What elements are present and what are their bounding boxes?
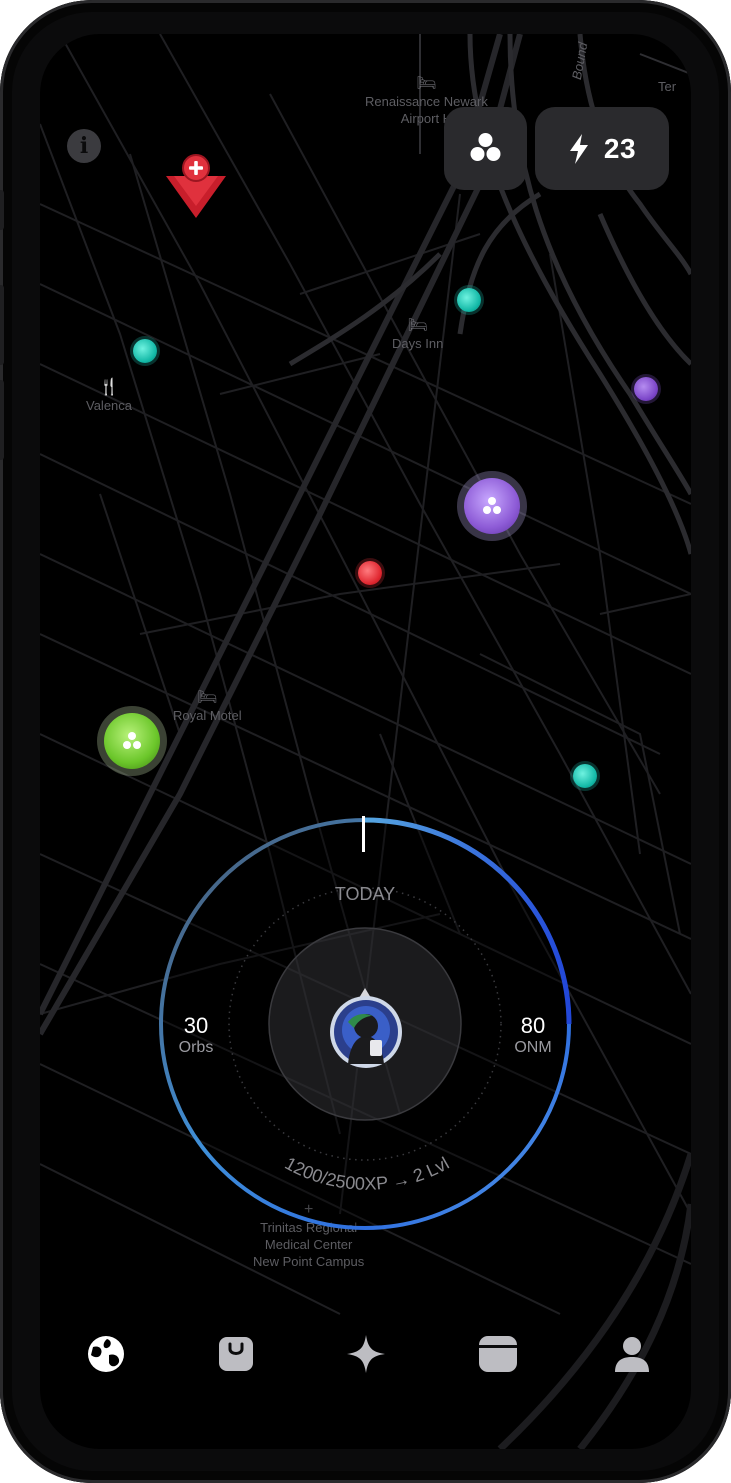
street-label-ter: Ter <box>658 79 677 94</box>
avatar[interactable] <box>330 996 402 1068</box>
user-avatar-icon <box>334 1000 398 1064</box>
orbs-stat-value: 30 <box>183 1013 209 1038</box>
bottom-tab-bar <box>40 1324 691 1384</box>
poi-royal-motel[interactable]: 🛏 Royal Motel <box>173 690 242 724</box>
teal-orb[interactable] <box>133 339 157 363</box>
side-button <box>0 380 4 460</box>
energy-value: 23 <box>603 132 637 164</box>
purple-orb-cluster[interactable] <box>457 471 527 541</box>
tab-wallet[interactable] <box>468 1324 528 1384</box>
red-orb[interactable] <box>358 561 382 585</box>
lightning-icon <box>569 133 588 164</box>
orbs-icon <box>470 133 501 161</box>
orbs-stat: 30 Orbs <box>160 1014 232 1058</box>
info-button[interactable]: i <box>67 129 101 163</box>
purple-orb[interactable] <box>634 377 658 401</box>
orbs-icon <box>483 497 501 514</box>
onm-stat-label: ONM <box>514 1039 552 1056</box>
poi-days-inn[interactable]: 🛏 Days Inn <box>392 318 443 352</box>
side-button <box>0 190 4 230</box>
profile-icon <box>615 1337 649 1372</box>
orbs-stat-label: Orbs <box>178 1039 214 1056</box>
teal-orb[interactable] <box>457 288 481 312</box>
poi-valenca-label: Valenca <box>86 398 133 413</box>
restaurant-icon: 🍴 <box>99 379 119 396</box>
teal-orb[interactable] <box>573 764 597 788</box>
info-icon: i <box>79 133 89 159</box>
globe-icon <box>88 1336 124 1372</box>
tab-explore[interactable] <box>336 1324 396 1384</box>
tab-shop[interactable] <box>206 1324 266 1384</box>
onm-stat-value: 80 <box>520 1013 546 1038</box>
poi-days-inn-label: Days Inn <box>392 336 444 351</box>
dial-needle <box>362 816 365 852</box>
wallet-icon <box>479 1336 517 1372</box>
tab-profile[interactable] <box>602 1324 662 1384</box>
hotel-icon: 🛏 <box>416 75 437 92</box>
poi-royal-motel-label: Royal Motel <box>173 708 242 723</box>
orbs-icon <box>123 732 141 749</box>
phone-frame: 🛏 Renaissance Newark Airport H 🛏 Days In… <box>0 0 731 1483</box>
health-pin-marker[interactable] <box>164 154 228 222</box>
side-button <box>0 285 4 365</box>
hotel-icon: 🛏 <box>407 317 428 334</box>
green-orb-cluster[interactable] <box>97 706 167 776</box>
energy-counter[interactable]: 23 <box>535 107 669 190</box>
orbs-button[interactable] <box>444 107 527 190</box>
map-screen[interactable]: 🛏 Renaissance Newark Airport H 🛏 Days In… <box>40 34 691 1449</box>
dial-today-label: TODAY <box>335 884 395 904</box>
hotel-icon: 🛏 <box>197 689 218 706</box>
sparkle-icon <box>347 1335 385 1373</box>
poi-valenca[interactable]: 🍴 Valenca <box>86 380 132 414</box>
tab-map[interactable] <box>76 1324 136 1384</box>
bag-icon <box>219 1337 253 1371</box>
onm-stat: 80 ONM <box>500 1014 566 1058</box>
